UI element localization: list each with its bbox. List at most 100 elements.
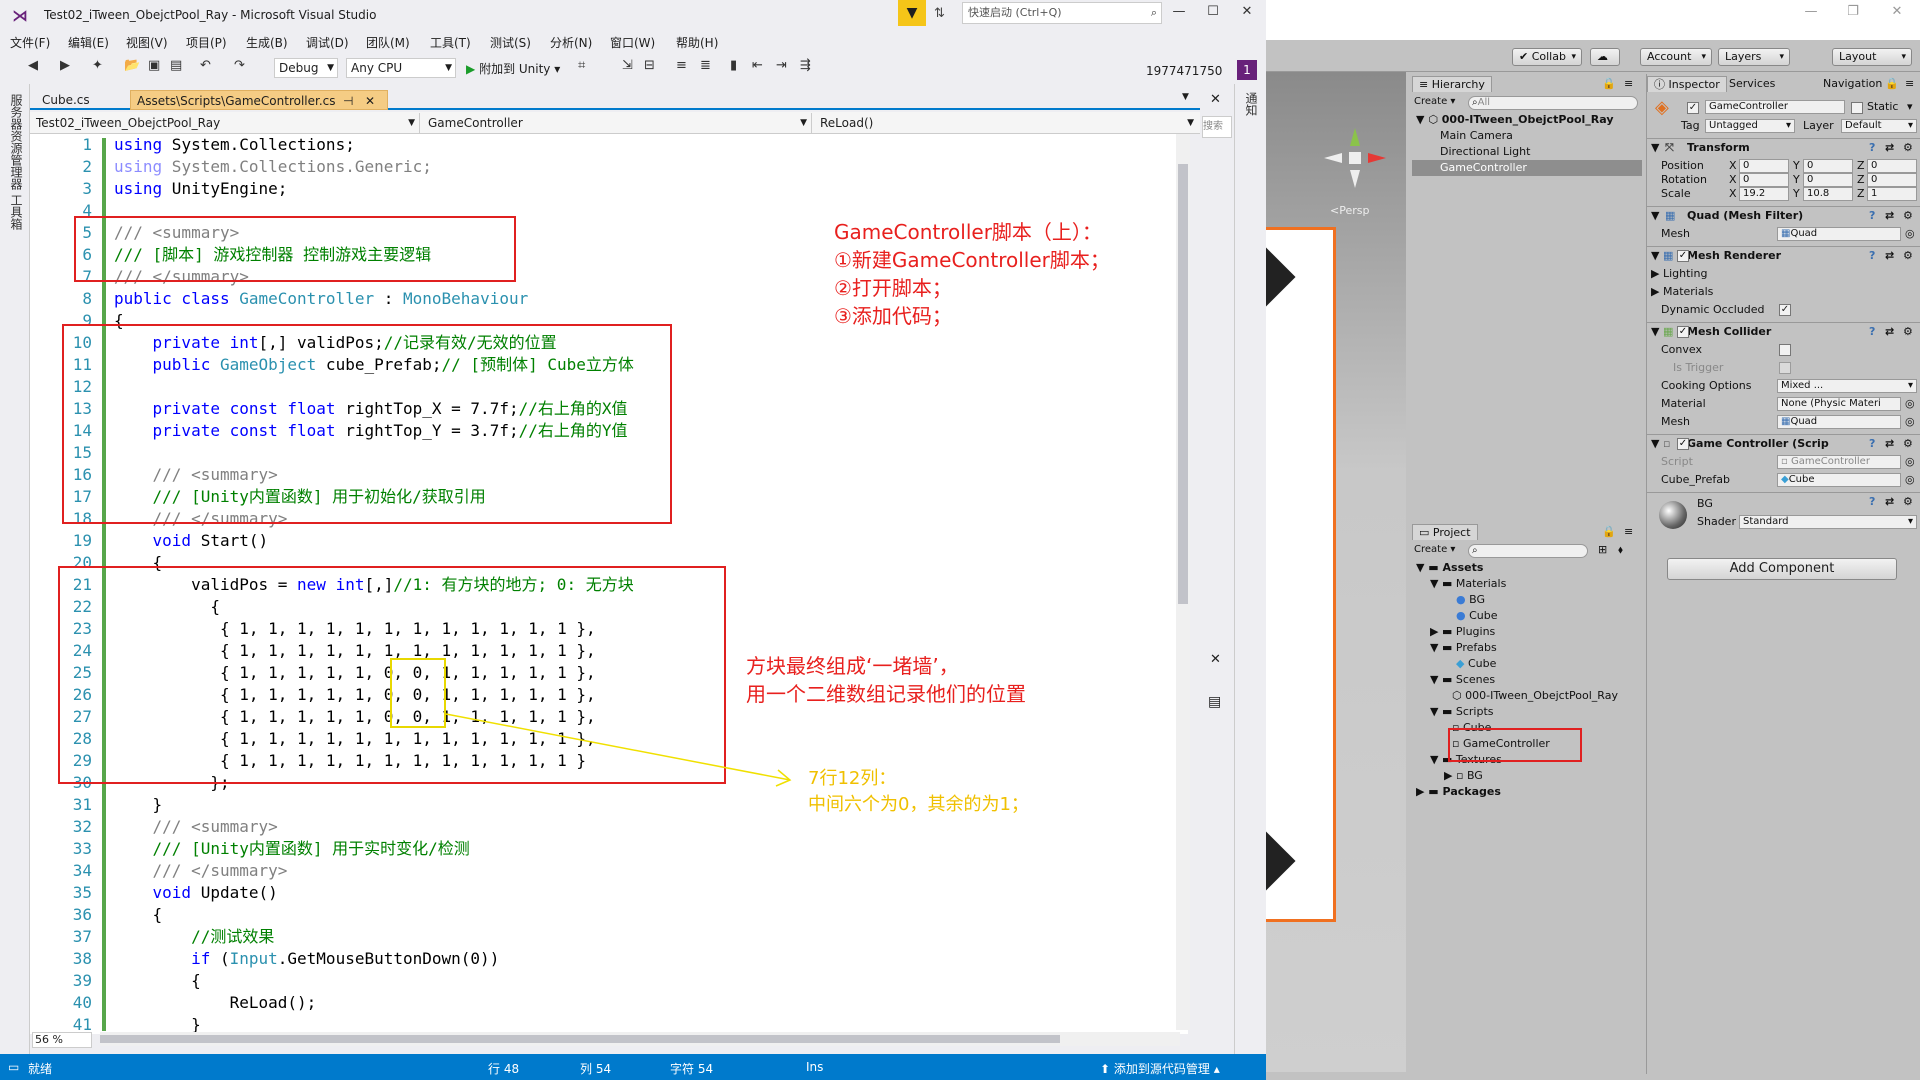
component-enabled-checkbox[interactable]: ✓ (1677, 250, 1689, 262)
project-create-button[interactable]: Create ▾ (1414, 542, 1455, 558)
pin-icon[interactable]: ⇅ (934, 6, 945, 21)
dynamic-occluded-checkbox[interactable]: ✓ (1779, 304, 1791, 316)
help-icon[interactable]: ? (1869, 207, 1875, 225)
menu-icon[interactable]: ≡ (1905, 76, 1914, 92)
tree-texture-bg[interactable]: ▶ ▫ BG (1444, 768, 1483, 784)
properties-icon[interactable]: ▤ (1208, 694, 1221, 710)
layout-button[interactable]: Layout ▾ (1832, 48, 1912, 66)
cooking-options-select[interactable]: Mixed ... ▾ (1777, 379, 1917, 393)
zoom-select[interactable]: 56 % (32, 1032, 92, 1048)
tag-select[interactable]: Untagged ▾ (1705, 119, 1795, 133)
collider-mesh-field[interactable]: ▦Quad (1777, 415, 1901, 429)
materials-foldout[interactable]: ▶ Materials (1651, 284, 1713, 300)
layers-button[interactable]: Layers ▾ (1718, 48, 1790, 66)
help-icon[interactable]: ? (1869, 435, 1875, 453)
filter-label-icon[interactable]: ⬧ (1618, 542, 1623, 558)
convex-checkbox[interactable] (1779, 344, 1791, 356)
filter-icon[interactable]: ▼ (898, 0, 926, 26)
help-icon[interactable]: ? (1869, 139, 1875, 157)
vertical-scrollbar[interactable] (1176, 134, 1190, 1030)
preset-icon[interactable]: ⇄ (1885, 207, 1894, 225)
tree-assets[interactable]: ▼ ▬ Assets (1416, 560, 1483, 576)
settings-gear-icon[interactable]: ⚙ (1903, 207, 1913, 225)
tree-scene-file[interactable]: ⬡ 000-ITween_ObejctPool_Ray (1452, 688, 1618, 704)
config-select[interactable]: Debug ▼ (274, 58, 338, 78)
rotation-y-input[interactable]: 0 (1803, 173, 1853, 187)
rotation-x-input[interactable]: 0 (1739, 173, 1789, 187)
cube-prefab-field[interactable]: ◆Cube (1777, 473, 1901, 487)
filter-type-icon[interactable]: ⊞ (1598, 542, 1607, 558)
preset-icon[interactable]: ⇄ (1885, 139, 1894, 157)
project-search-input[interactable]: ⌕ (1468, 544, 1588, 558)
static-checkbox[interactable] (1851, 102, 1863, 114)
scroll-thumb[interactable] (1178, 164, 1188, 604)
search-field[interactable]: 搜索 (1202, 116, 1232, 138)
inspector-tab[interactable]: ⓘ Inspector (1647, 76, 1727, 92)
menu-edit[interactable]: 编辑(E) (68, 34, 109, 51)
redo-icon[interactable]: ↷ (234, 58, 245, 73)
lock-icon[interactable]: 🔒 (1602, 76, 1616, 92)
menu-window[interactable]: 窗口(W) (610, 34, 655, 51)
collab-button[interactable]: ✔ Collab ▾ (1512, 48, 1582, 66)
scale-x-input[interactable]: 19.2 (1739, 187, 1789, 201)
cube-object[interactable] (1266, 244, 1296, 310)
horizontal-scrollbar[interactable] (100, 1032, 1180, 1046)
hierarchy-tab[interactable]: ≡ Hierarchy (1412, 76, 1492, 92)
account-button[interactable]: Account ▾ (1640, 48, 1712, 66)
add-component-button[interactable]: Add Component (1667, 558, 1897, 580)
material-bg-header[interactable]: BG Shader Standard ▾ ? ⇄ ⚙ (1647, 492, 1920, 536)
object-picker-icon[interactable]: ◎ (1905, 454, 1915, 470)
scene-view[interactable]: <Persp (1266, 72, 1406, 1072)
lock-icon[interactable]: 🔒 (1602, 524, 1616, 540)
position-x-input[interactable]: 0 (1739, 159, 1789, 173)
navigation-tab[interactable]: Navigation (1823, 76, 1882, 92)
hierarchy-item-gamecontroller[interactable]: GameController (1412, 160, 1642, 176)
persp-label[interactable]: <Persp (1330, 204, 1369, 217)
cube-object[interactable] (1266, 828, 1296, 894)
settings-gear-icon[interactable]: ⚙ (1903, 247, 1913, 265)
next-bookmark-icon[interactable]: ⇥ (776, 58, 787, 73)
physic-material-field[interactable]: None (Physic Materi (1777, 397, 1901, 411)
browse-icon[interactable]: ⌗ (578, 58, 585, 73)
undo-icon[interactable]: ↶ (200, 58, 211, 73)
help-icon[interactable]: ? (1869, 493, 1875, 511)
component-enabled-checkbox[interactable]: ✓ (1677, 326, 1689, 338)
position-z-input[interactable]: 0 (1867, 159, 1917, 173)
position-y-input[interactable]: 0 (1803, 159, 1853, 173)
mesh-collider-header[interactable]: ▼ ▦ ✓ Mesh Collider? ⇄ ⚙ (1647, 322, 1920, 342)
menu-file[interactable]: 文件(F) (10, 34, 50, 51)
mesh-filter-header[interactable]: ▼ ▦ Quad (Mesh Filter)? ⇄ ⚙ (1647, 206, 1920, 226)
object-picker-icon[interactable]: ◎ (1905, 414, 1915, 430)
gameobject-name-input[interactable]: GameController (1705, 100, 1845, 114)
pin-icon[interactable]: ⊣ (343, 91, 353, 111)
settings-gear-icon[interactable]: ⚙ (1903, 139, 1913, 157)
maximize-button[interactable]: ❐ (1840, 4, 1866, 24)
source-control-button[interactable]: ⬆ 添加到源代码管理 ▴ (1100, 1060, 1220, 1077)
hierarchy-item-main-camera[interactable]: Main Camera (1440, 128, 1513, 144)
notifications-tab[interactable]: 通知 (1243, 92, 1260, 116)
tree-scripts[interactable]: ▼ ▬ Scripts (1430, 704, 1494, 720)
maximize-button[interactable]: ☐ (1200, 4, 1226, 24)
lock-icon[interactable]: 🔒 (1885, 76, 1899, 92)
preset-icon[interactable]: ⇄ (1885, 493, 1894, 511)
tree-scenes[interactable]: ▼ ▬ Scenes (1430, 672, 1495, 688)
mesh-object-field[interactable]: ▦Quad (1777, 227, 1901, 241)
object-picker-icon[interactable]: ◎ (1905, 396, 1915, 412)
close-button[interactable]: ✕ (1884, 4, 1910, 24)
project-select[interactable]: Test02_iTween_ObejctPool_Ray ▼ (30, 113, 420, 133)
code-editor[interactable]: 1 2 3 4 5 6 7 8 9 10 11 12 13 14 15 16 17 18 19 20 21 22 23 24 2… (30, 134, 1188, 1034)
minimize-button[interactable]: — (1798, 4, 1824, 24)
tree-material-cube[interactable]: ● Cube (1456, 608, 1498, 624)
menu-project[interactable]: 项目(P) (186, 34, 227, 51)
clear-bookmark-icon[interactable]: ⇶ (800, 58, 811, 73)
tree-packages[interactable]: ▶ ▬ Packages (1416, 784, 1501, 800)
object-picker-icon[interactable]: ◎ (1905, 226, 1915, 242)
tree-prefabs[interactable]: ▼ ▬ Prefabs (1430, 640, 1497, 656)
tree-prefab-cube[interactable]: ◆ Cube (1456, 656, 1496, 672)
tab-gamecontroller-cs[interactable]: Assets\Scripts\GameController.cs ⊣ ✕ (130, 90, 388, 110)
settings-gear-icon[interactable]: ⚙ (1903, 435, 1913, 453)
menu-icon[interactable]: ≡ (1624, 524, 1633, 540)
quick-launch-input[interactable]: 快速启动 (Ctrl+Q) ⌕ (962, 2, 1162, 24)
settings-gear-icon[interactable]: ⚙ (1903, 323, 1913, 341)
chevron-down-icon[interactable]: ▾ (1907, 99, 1913, 115)
